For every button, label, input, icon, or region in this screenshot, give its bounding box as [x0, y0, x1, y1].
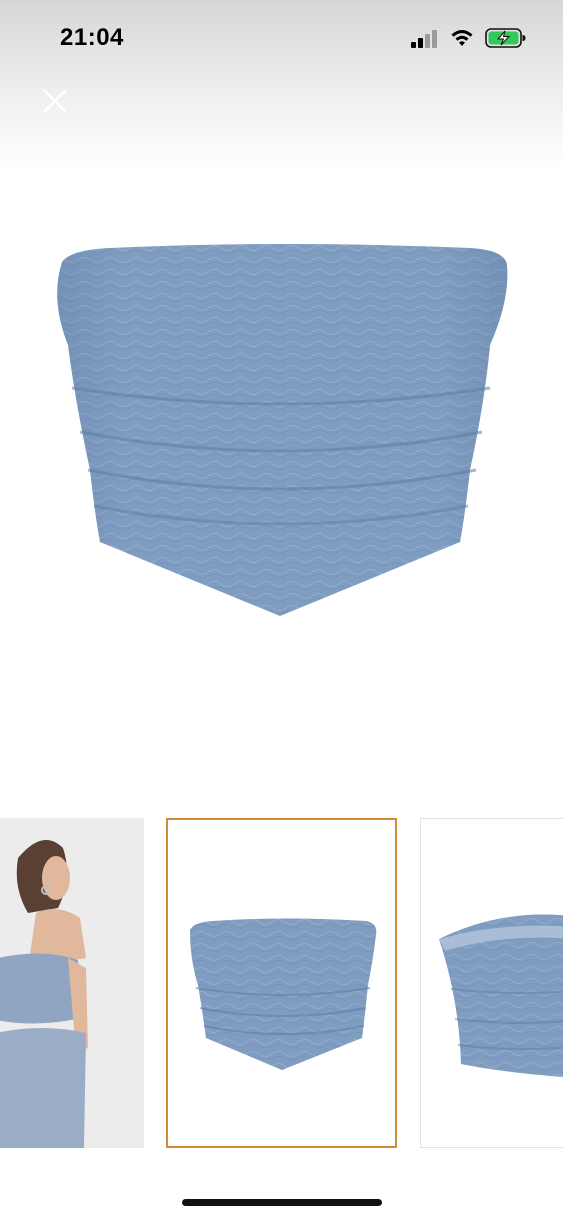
status-time: 21:04 — [60, 24, 124, 51]
close-button[interactable] — [38, 84, 72, 118]
thumbnail-side-view[interactable] — [420, 818, 563, 1148]
product-main-image[interactable] — [0, 170, 563, 810]
product-top-main — [57, 244, 508, 616]
status-bar: 21:04 — [0, 0, 563, 75]
wifi-icon — [451, 30, 473, 46]
close-icon — [43, 89, 67, 113]
thumbnail-model-back-view[interactable] — [0, 818, 144, 1148]
battery-charging-icon — [485, 28, 526, 48]
thumbnail-strip — [0, 818, 563, 1150]
cellular-signal-icon — [411, 30, 437, 48]
model-photo — [0, 818, 144, 1148]
thumbnail-front-view[interactable] — [166, 818, 397, 1148]
home-indicator[interactable] — [182, 1199, 382, 1206]
thumbnail-side-image — [439, 914, 563, 1078]
thumbnail-front-image — [190, 918, 377, 1070]
